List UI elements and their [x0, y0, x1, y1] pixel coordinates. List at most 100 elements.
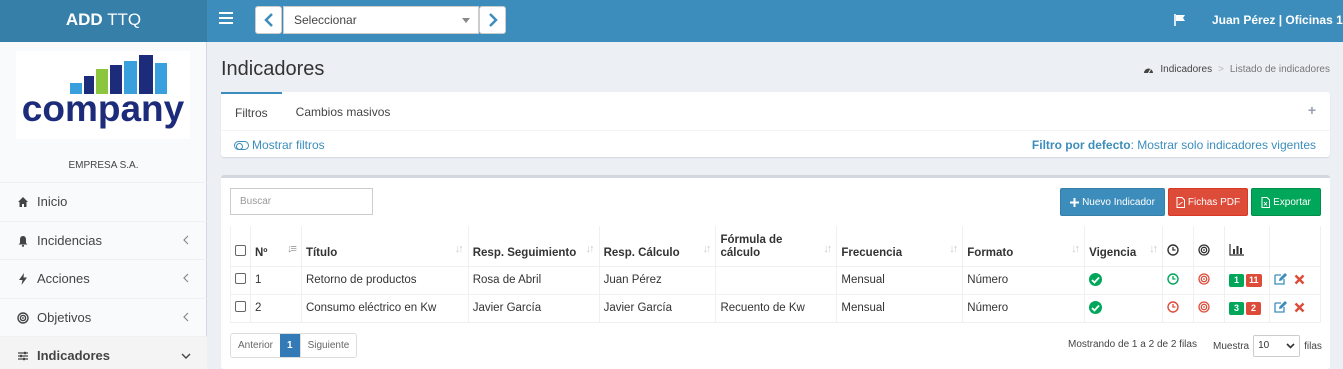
show-filters-label: Mostrar filtros [252, 138, 325, 152]
column-header-clock [1162, 226, 1195, 267]
badge-fail-count[interactable]: 2 [1246, 301, 1262, 315]
sidebar-item-acciones[interactable]: Acciones [0, 259, 207, 297]
select-all-cell [230, 226, 251, 267]
sort-icon: ↓↑ [823, 242, 832, 255]
column-header-formula[interactable]: Fórmula de cálculo ↓↑ [715, 226, 838, 267]
show-filters-toggle[interactable]: Mostrar filtros [234, 138, 325, 152]
clock-status-icon[interactable] [1167, 272, 1179, 285]
table-row[interactable]: 1 Retorno de productos Rosa de Abril Jua… [230, 265, 1322, 295]
column-header-vigencia[interactable]: Vigencia ↓↑ [1084, 226, 1164, 267]
search-input[interactable]: Buscar [230, 188, 373, 215]
cell-titulo: Consumo eléctrico en Kw [300, 293, 469, 323]
brand-logo[interactable]: ADD TTQ [0, 0, 207, 42]
chevron-left-icon [183, 235, 189, 245]
cell-vigencia [1084, 265, 1164, 295]
sidebar-item-indicadores[interactable]: Indicadores [0, 336, 207, 369]
sidebar-item-label: Acciones [37, 271, 90, 286]
column-header-label: Título [305, 246, 338, 259]
clock-status-icon[interactable] [1167, 300, 1179, 313]
home-icon [17, 196, 29, 208]
cell-frecuencia: Mensual [836, 265, 964, 295]
target-status-icon[interactable] [1198, 300, 1210, 313]
column-header-label: Nº [255, 246, 268, 259]
page-size-value: 10 [1258, 340, 1270, 351]
tab-cambios-masivos[interactable]: Cambios masivos [282, 92, 405, 130]
user-menu[interactable]: Juan Pérez | Oficinas 1 [1212, 0, 1343, 40]
brand-bold: ADD [65, 10, 103, 29]
pagination-page-1[interactable]: 1 [280, 334, 300, 357]
toggle-off-icon [234, 140, 249, 150]
tabs-divider [221, 130, 1330, 131]
edit-icon[interactable] [1274, 300, 1288, 313]
column-header-label: Formato [967, 246, 1014, 259]
target-icon [17, 311, 29, 324]
file-excel-icon [1261, 196, 1271, 208]
edit-icon[interactable] [1274, 272, 1288, 285]
column-header-target [1193, 226, 1226, 267]
page-size-control: Muestra 10 filas [1213, 335, 1322, 357]
next-button[interactable] [479, 6, 506, 34]
sort-icon: ↓↑ [454, 242, 464, 255]
column-header-label: Resp. Cálculo [603, 246, 680, 259]
previous-button[interactable] [255, 6, 282, 34]
column-header-actions [1268, 226, 1322, 267]
column-header-resp-seguimiento[interactable]: Resp. Seguimiento ↓↑ [467, 226, 600, 267]
sort-icon: ↓↑ [585, 242, 595, 255]
page-size-select[interactable]: 10 [1253, 335, 1301, 357]
cell-formula [715, 265, 838, 295]
cell-n: 2 [250, 293, 302, 323]
new-indicator-button[interactable]: Nuevo Indicador [1060, 188, 1165, 216]
delete-icon[interactable] [1294, 302, 1305, 313]
record-selector[interactable]: Seleccionar [283, 6, 479, 34]
default-filter-info: Filtro por defecto: Mostrar solo indicad… [1032, 138, 1316, 152]
pagination-previous[interactable]: Anterior [231, 334, 280, 357]
indicators-panel: Buscar Nuevo Indicador Fichas PDF Export… [221, 175, 1330, 369]
cell-formato: Número [962, 293, 1086, 323]
target-status-icon[interactable] [1198, 272, 1210, 285]
default-filter-value[interactable]: : Mostrar solo indicadores vigentes [1131, 138, 1316, 152]
table-row[interactable]: 2 Consumo eléctrico en Kw Javier García … [230, 293, 1322, 323]
column-header-titulo[interactable]: Título ↓↑ [300, 226, 469, 267]
flag-icon[interactable] [1173, 13, 1187, 27]
sort-icon: ↓↑ [1071, 242, 1080, 255]
row-select-cell [230, 293, 251, 323]
row-checkbox[interactable] [235, 273, 246, 284]
sidebar-item-objetivos[interactable]: Objetivos [0, 298, 207, 336]
badge-ok-count[interactable]: 1 [1229, 273, 1245, 287]
column-header-n[interactable]: Nº ↓≡ [250, 226, 302, 267]
badge-fail-count[interactable]: 11 [1246, 273, 1262, 287]
column-header-formato[interactable]: Formato ↓↑ [962, 226, 1086, 267]
delete-icon[interactable] [1294, 274, 1305, 285]
breadcrumb-link-indicadores[interactable]: Indicadores [1160, 64, 1212, 75]
sidebar-item-inicio[interactable]: Inicio [0, 182, 207, 220]
cell-target [1193, 293, 1226, 323]
cell-formato: Número [962, 265, 1086, 295]
cell-resp-seguimiento: Javier García [467, 293, 600, 323]
cell-clock [1162, 265, 1195, 295]
pagination-next[interactable]: Siguiente [299, 334, 357, 357]
sidebar: company EMPRESA S.A. Inicio Incidencias … [0, 42, 207, 369]
tab-filtros[interactable]: Filtros [221, 92, 282, 130]
bell-icon [17, 235, 29, 247]
cell-measurements: 1 11 [1224, 265, 1270, 295]
column-header-frecuencia[interactable]: Frecuencia ↓↑ [836, 226, 964, 267]
column-header-resp-calculo[interactable]: Resp. Cálculo ↓↑ [598, 226, 717, 267]
chevron-down-icon [1286, 343, 1295, 349]
company-name: EMPRESA S.A. [68, 160, 139, 171]
export-button[interactable]: Exportar [1251, 188, 1321, 216]
sidebar-item-incidencias[interactable]: Incidencias [0, 221, 207, 259]
check-circle-icon [1089, 301, 1103, 315]
badge-ok-count[interactable]: 3 [1229, 301, 1245, 315]
target-icon [1198, 243, 1210, 256]
pdf-sheets-button[interactable]: Fichas PDF [1168, 188, 1248, 216]
selector-value: Seleccionar [294, 13, 357, 27]
column-header-label: Fórmula de cálculo [720, 233, 783, 259]
cell-actions [1268, 265, 1322, 295]
rows-summary: Mostrando de 1 a 2 de 2 filas [1068, 339, 1197, 350]
default-filter-label: Filtro por defecto [1031, 138, 1131, 152]
menu-toggle-icon[interactable] [219, 12, 233, 26]
indicators-table: Nº ↓≡ Título ↓↑ Resp. Seguimiento ↓↑ Resp. … [230, 226, 1322, 323]
select-all-checkbox[interactable] [235, 244, 246, 256]
expand-plus-icon[interactable]: + [1308, 102, 1316, 118]
row-checkbox[interactable] [235, 301, 246, 312]
